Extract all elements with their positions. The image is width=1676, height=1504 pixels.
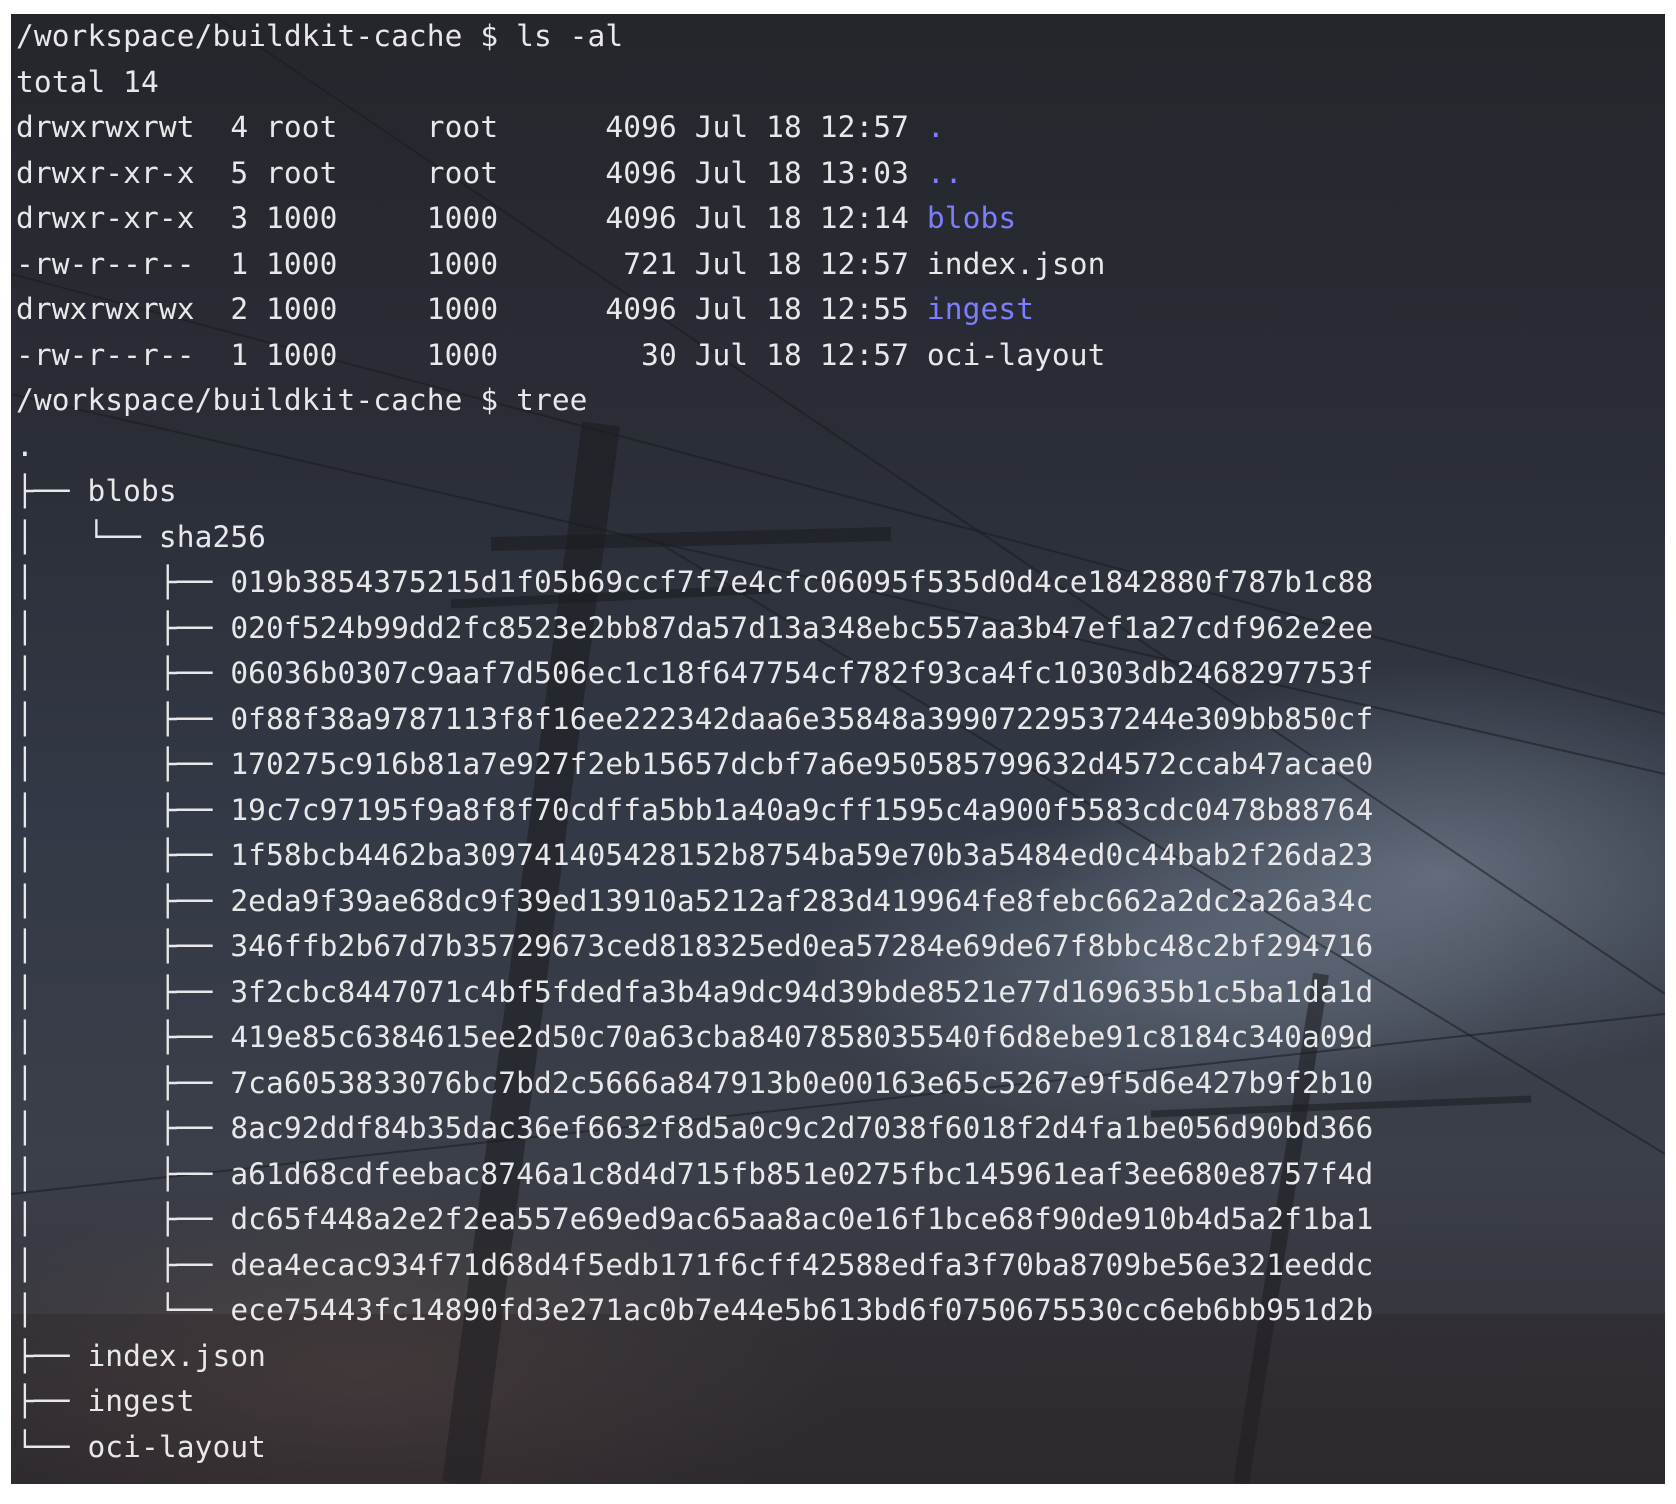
tree-node: │ ├── dc65f448a2e2f2ea557e69ed9ac65aa8ac… (16, 1197, 1373, 1243)
tree-node-hash: │ ├── 019b3854375215d1f05b69ccf7f7e4cfc0… (16, 565, 1374, 599)
tree-node: │ ├── 3f2cbc8447071c4bf5fdedfa3b4a9dc94d… (16, 970, 1373, 1016)
tree-node: │ └── ece75443fc14890fd3e271ac0b7e44e5b6… (16, 1288, 1373, 1334)
tree-node-hash: │ ├── 19c7c97195f9a8f8f70cdffa5bb1a40a9c… (16, 792, 1374, 827)
tree-node: ├── index.json (16, 1334, 1373, 1380)
tree-node-hash: │ ├── 3f2cbc8447071c4bf5fdedfa3b4a9dc94d… (16, 974, 1374, 1009)
ls-row-meta: drwxr-xr-x 3 1000 1000 4096 Jul 18 12:14 (16, 201, 927, 235)
ls-row-meta: drwxr-xr-x 5 root root 4096 Jul 18 13:03 (16, 155, 927, 190)
tree-node-hash: │ ├── dc65f448a2e2f2ea557e69ed9ac65aa8ac… (16, 1202, 1374, 1236)
ls-row: -rw-r--r-- 1 1000 1000 30 Jul 18 12:57 o… (16, 333, 1373, 379)
ls-total: total 14 (16, 64, 159, 99)
tree-node: │ ├── 419e85c6384615ee2d50c70a63cba84078… (16, 1015, 1373, 1061)
tree-node: │ ├── 0f88f38a9787113f8f16ee222342daa6e3… (16, 697, 1373, 743)
tree-node: │ ├── 2eda9f39ae68dc9f39ed13910a5212af28… (16, 879, 1373, 925)
tree-root-dot: . (16, 428, 34, 463)
terminal-output: /workspace/buildkit-cache $ ls -al total … (16, 14, 1373, 1470)
ls-row: drwxr-xr-x 3 1000 1000 4096 Jul 18 12:14… (16, 196, 1373, 242)
ls-entry-name: .. (926, 155, 963, 190)
tree-node: ├── ingest (16, 1379, 1373, 1425)
ls-entry-name: index.json (926, 246, 1106, 281)
tree-node: │ ├── 1f58bcb4462ba309741405428152b8754b… (16, 833, 1373, 879)
tree-node: │ ├── a61d68cdfeebac8746a1c8d4d715fb851e… (16, 1152, 1373, 1198)
tree-node: │ ├── 19c7c97195f9a8f8f70cdffa5bb1a40a9c… (16, 788, 1373, 834)
tree-node-hash: │ ├── 2eda9f39ae68dc9f39ed13910a5212af28… (16, 883, 1374, 918)
tree-node: │ ├── 346ffb2b67d7b35729673ced818325ed0e… (16, 924, 1373, 970)
tree-node: │ ├── dea4ecac934f71d68d4f5edb171f6cff42… (16, 1243, 1373, 1289)
tree-node: │ ├── 020f524b99dd2fc8523e2bb87da57d13a3… (16, 606, 1373, 652)
ls-row: -rw-r--r-- 1 1000 1000 721 Jul 18 12:57 … (16, 242, 1373, 288)
command-line: /workspace/buildkit-cache $ tree (16, 378, 1373, 424)
ls-row-meta: drwxrwxrwt 4 root root 4096 Jul 18 12:57 (16, 110, 927, 144)
tree-node-hash: │ ├── 1f58bcb4462ba309741405428152b8754b… (16, 838, 1374, 872)
tree-node: └── oci-layout (16, 1425, 1373, 1471)
tree-node-hash: │ ├── 06036b0307c9aaf7d506ec1c18f647754c… (16, 656, 1374, 690)
tree-node: │ ├── 170275c916b81a7e927f2eb15657dcbf7a… (16, 742, 1373, 788)
terminal-window[interactable]: /workspace/buildkit-cache $ ls -al total … (11, 14, 1665, 1484)
tree-node-file: ├── index.json (16, 1338, 267, 1373)
ls-row: drwxr-xr-x 5 root root 4096 Jul 18 13:03… (16, 151, 1373, 197)
tree-node-hash: │ ├── a61d68cdfeebac8746a1c8d4d715fb851e… (16, 1156, 1374, 1191)
tree-node-file: └── oci-layout (16, 1429, 267, 1464)
ls-row-meta: drwxrwxrwx 2 1000 1000 4096 Jul 18 12:55 (16, 292, 927, 326)
tree-node-hash: │ ├── 020f524b99dd2fc8523e2bb87da57d13a3… (16, 610, 1374, 645)
tree-node-hash: │ ├── 0f88f38a9787113f8f16ee222342daa6e3… (16, 701, 1374, 736)
tree-root: . (16, 424, 1373, 470)
ls-row: drwxrwxrwt 4 root root 4096 Jul 18 12:57… (16, 105, 1373, 151)
ls-entry-name: ingest (926, 292, 1035, 326)
tree-node-sha256: │ └── sha256 (16, 519, 267, 554)
tree-node: ├── blobs (16, 469, 1373, 515)
tree-node-hash: │ ├── 170275c916b81a7e927f2eb15657dcbf7a… (16, 747, 1374, 781)
tree-node-hash: │ ├── dea4ecac934f71d68d4f5edb171f6cff42… (16, 1247, 1374, 1282)
tree-node-blobs: ├── blobs (16, 474, 177, 508)
ls-row-meta: -rw-r--r-- 1 1000 1000 30 Jul 18 12:57 (16, 337, 927, 372)
tree-node: │ ├── 06036b0307c9aaf7d506ec1c18f647754c… (16, 651, 1373, 697)
tree-node: │ ├── 7ca6053833076bc7bd2c5666a847913b0e… (16, 1061, 1373, 1107)
ls-row: drwxrwxrwx 2 1000 1000 4096 Jul 18 12:55… (16, 287, 1373, 333)
tree-node-file: ├── ingest (16, 1384, 195, 1418)
tree-node-hash: │ ├── 8ac92ddf84b35dac36ef6632f8d5a0c9c2… (16, 1111, 1374, 1145)
tree-node: │ └── sha256 (16, 515, 1373, 561)
tree-node-hash: │ ├── 346ffb2b67d7b35729673ced818325ed0e… (16, 929, 1374, 963)
tree-node-hash: │ └── ece75443fc14890fd3e271ac0b7e44e5b6… (16, 1293, 1374, 1327)
ls-entry-name: blobs (926, 201, 1017, 235)
tree-node: │ ├── 019b3854375215d1f05b69ccf7f7e4cfc0… (16, 560, 1373, 606)
shell-prompt: /workspace/buildkit-cache $ (16, 19, 517, 53)
tree-node-hash: │ ├── 7ca6053833076bc7bd2c5666a847913b0e… (16, 1065, 1374, 1100)
ls-entry-name: oci-layout (926, 337, 1106, 372)
ls-total-line: total 14 (16, 60, 1373, 106)
command-text: tree (516, 383, 588, 417)
command-line: /workspace/buildkit-cache $ ls -al (16, 14, 1373, 60)
tree-node: │ ├── 8ac92ddf84b35dac36ef6632f8d5a0c9c2… (16, 1106, 1373, 1152)
tree-node-hash: │ ├── 419e85c6384615ee2d50c70a63cba84078… (16, 1020, 1374, 1054)
command-text: ls -al (516, 19, 624, 53)
ls-entry-name: . (926, 110, 945, 144)
ls-row-meta: -rw-r--r-- 1 1000 1000 721 Jul 18 12:57 (16, 246, 927, 281)
shell-prompt: /workspace/buildkit-cache $ (16, 383, 517, 417)
